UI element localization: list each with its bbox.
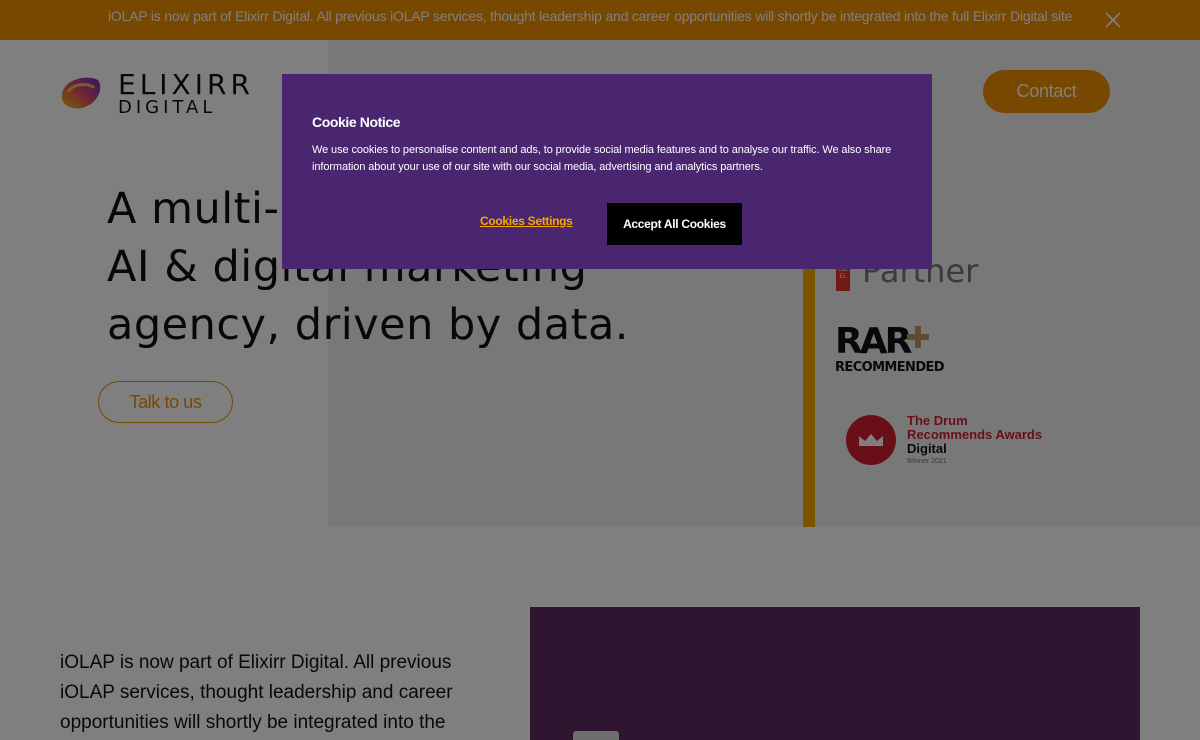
cookie-notice-title: Cookie Notice: [312, 114, 401, 130]
cookie-notice-body: We use cookies to personalise content an…: [312, 144, 892, 173]
cookies-settings-link[interactable]: Cookies Settings: [480, 214, 573, 228]
cookie-notice-dialog: Cookie Notice We use cookies to personal…: [282, 74, 932, 269]
accept-all-cookies-button[interactable]: Accept All Cookies: [607, 203, 742, 245]
